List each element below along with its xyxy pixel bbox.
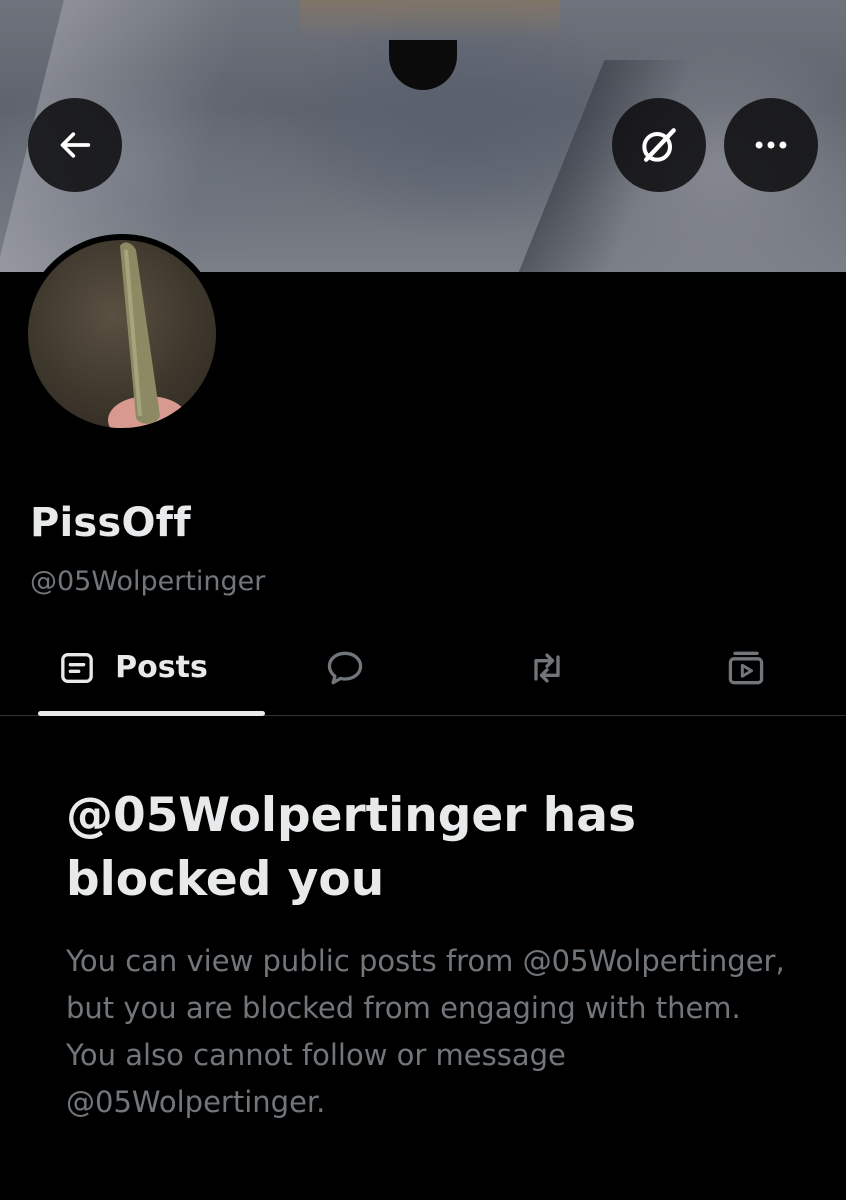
- selected-tab-indicator: [38, 711, 265, 716]
- back-button[interactable]: [28, 98, 122, 192]
- tab-media[interactable]: [696, 620, 796, 715]
- arrow-left-icon: [60, 132, 91, 158]
- profile-handle: @05Wolpertinger: [30, 566, 266, 597]
- grok-slash-icon: [642, 128, 676, 162]
- tab-posts[interactable]: Posts: [20, 620, 265, 716]
- media-icon: [728, 651, 764, 684]
- grok-button[interactable]: [612, 98, 706, 192]
- ellipsis-horizontal-icon: [755, 141, 787, 149]
- display-name: PissOff: [30, 500, 191, 546]
- avatar-image: [28, 240, 216, 428]
- avatar[interactable]: [22, 234, 222, 434]
- profile-tabs: Posts: [0, 620, 846, 716]
- posts-icon: [61, 652, 94, 683]
- blocked-notice-title: @05Wolpertinger has blocked you: [66, 788, 636, 907]
- repost-icon: [534, 653, 560, 682]
- tab-replies[interactable]: [295, 620, 395, 715]
- reply-bubble-icon: [327, 651, 363, 684]
- tab-posts-label: Posts: [115, 650, 208, 685]
- banner-shade: [300, 0, 560, 40]
- blocked-notice-body: You can view public posts from @05Wolper…: [66, 944, 785, 1119]
- tab-reposts[interactable]: [497, 620, 597, 715]
- more-options-button[interactable]: [724, 98, 818, 192]
